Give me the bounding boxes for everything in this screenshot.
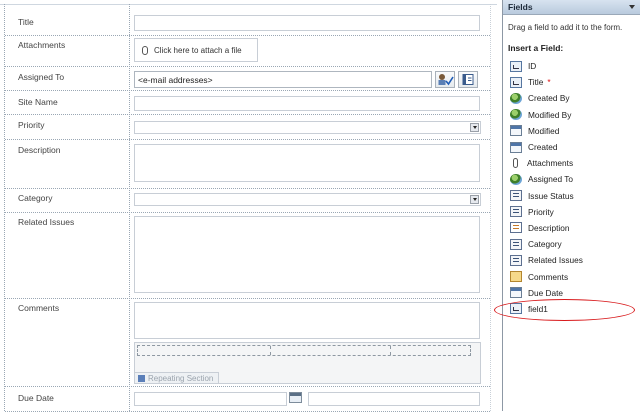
site-name-label: Site Name (18, 97, 58, 107)
field-item-assigned-to[interactable]: Assigned To (510, 171, 636, 187)
priority-select[interactable] (134, 121, 481, 134)
field-label: Issue Status (528, 190, 574, 201)
attachments-label: Attachments (18, 40, 66, 50)
field-label: Description (528, 222, 570, 233)
field-item-related-issues[interactable]: Related Issues (510, 252, 636, 268)
category-label: Category (18, 193, 53, 203)
field-item-description[interactable]: Description (510, 220, 636, 236)
check-names-button[interactable] (435, 71, 455, 88)
attach-file-button[interactable]: Click here to attach a file (134, 38, 258, 62)
required-marker: * (547, 77, 551, 88)
address-book-icon (462, 74, 474, 85)
field-label: field1 (528, 303, 548, 314)
repeating-row (137, 345, 471, 356)
related-issues-label: Related Issues (18, 217, 75, 227)
field-list: ID Title * Created By Modified By Modifie… (510, 58, 636, 317)
priority-label: Priority (18, 120, 45, 130)
title-input[interactable] (134, 15, 480, 31)
description-label: Description (18, 145, 61, 155)
person-icon (510, 109, 522, 121)
field-item-due-date[interactable]: Due Date (510, 285, 636, 301)
field-label: Title (528, 77, 544, 88)
field-label: Modified (528, 125, 560, 136)
text-field-icon (510, 76, 522, 88)
field-item-field1[interactable]: field1 (510, 301, 636, 317)
field-item-created[interactable]: Created (510, 139, 636, 155)
calendar-icon[interactable] (289, 392, 302, 403)
field-item-title[interactable]: Title * (510, 74, 636, 90)
field-item-issue-status[interactable]: Issue Status (510, 188, 636, 204)
field-label: Due Date (528, 287, 564, 298)
repeating-column-divider (270, 346, 271, 355)
repeating-section-tag[interactable]: Repeating Section (134, 372, 220, 384)
date-icon (510, 287, 522, 299)
field-label: Priority (528, 206, 554, 217)
text-field-icon (510, 60, 522, 72)
comments-textarea[interactable] (134, 302, 480, 339)
attach-file-label: Click here to attach a file (154, 45, 242, 55)
chevron-down-icon (470, 195, 479, 204)
date-icon (510, 125, 522, 137)
field-item-modified-by[interactable]: Modified By (510, 107, 636, 123)
title-label: Title (18, 17, 34, 27)
field-item-modified[interactable]: Modified (510, 123, 636, 139)
form-right-border (490, 4, 491, 411)
field-label: Category (528, 239, 562, 250)
field-label: Attachments (527, 158, 574, 169)
paperclip-icon (142, 45, 148, 55)
field-label: Created By (528, 93, 570, 104)
address-book-button[interactable] (458, 71, 478, 88)
due-date-input[interactable] (134, 392, 287, 406)
field-label: Related Issues (528, 255, 583, 266)
panel-menu-arrow-icon[interactable] (629, 5, 635, 9)
form-canvas: Title Attachments Assigned To Site Name … (0, 0, 497, 412)
field-item-attachments[interactable]: Attachments (510, 155, 636, 171)
field-item-priority[interactable]: Priority (510, 204, 636, 220)
text-field-icon (510, 303, 522, 315)
related-issues-box[interactable] (134, 216, 480, 293)
field-label: Created (528, 142, 558, 153)
chevron-down-icon (470, 123, 479, 132)
choice-icon (510, 254, 522, 266)
fields-panel-header: Fields (503, 0, 640, 15)
fields-help-text: Drag a field to add it to the form. (508, 23, 623, 32)
field-label: Assigned To (528, 174, 574, 185)
choice-icon (510, 190, 522, 202)
site-name-input[interactable] (134, 96, 480, 111)
field-label: Modified By (528, 109, 572, 120)
due-date-label: Due Date (18, 393, 54, 403)
comments-label: Comments (18, 303, 60, 313)
fields-panel: Fields Drag a field to add it to the for… (502, 0, 640, 411)
person-icon (510, 92, 522, 104)
person-icon (510, 173, 522, 185)
repeating-column-divider (390, 346, 391, 355)
field-item-id[interactable]: ID (510, 58, 636, 74)
field-item-created-by[interactable]: Created By (510, 90, 636, 106)
repeating-section-icon (138, 374, 145, 382)
check-names-icon (438, 74, 454, 86)
due-time-input[interactable] (308, 392, 480, 406)
category-select[interactable] (134, 193, 481, 206)
multiline-icon (510, 222, 522, 234)
field-item-category[interactable]: Category (510, 236, 636, 252)
description-textarea[interactable] (134, 144, 480, 182)
repeating-section-label: Repeating Section (148, 373, 214, 383)
note-icon (510, 271, 522, 283)
insert-field-heading: Insert a Field: (508, 43, 564, 53)
assigned-to-label: Assigned To (18, 72, 65, 82)
choice-icon (510, 238, 522, 250)
choice-icon (510, 206, 522, 218)
date-icon (510, 141, 522, 153)
assigned-to-input[interactable]: <e-mail addresses> (134, 71, 432, 88)
field-label: Comments (528, 271, 569, 282)
paperclip-icon (513, 158, 518, 169)
fields-panel-title: Fields (508, 2, 533, 12)
field-item-comments[interactable]: Comments (510, 268, 636, 284)
field-label: ID (528, 61, 537, 72)
